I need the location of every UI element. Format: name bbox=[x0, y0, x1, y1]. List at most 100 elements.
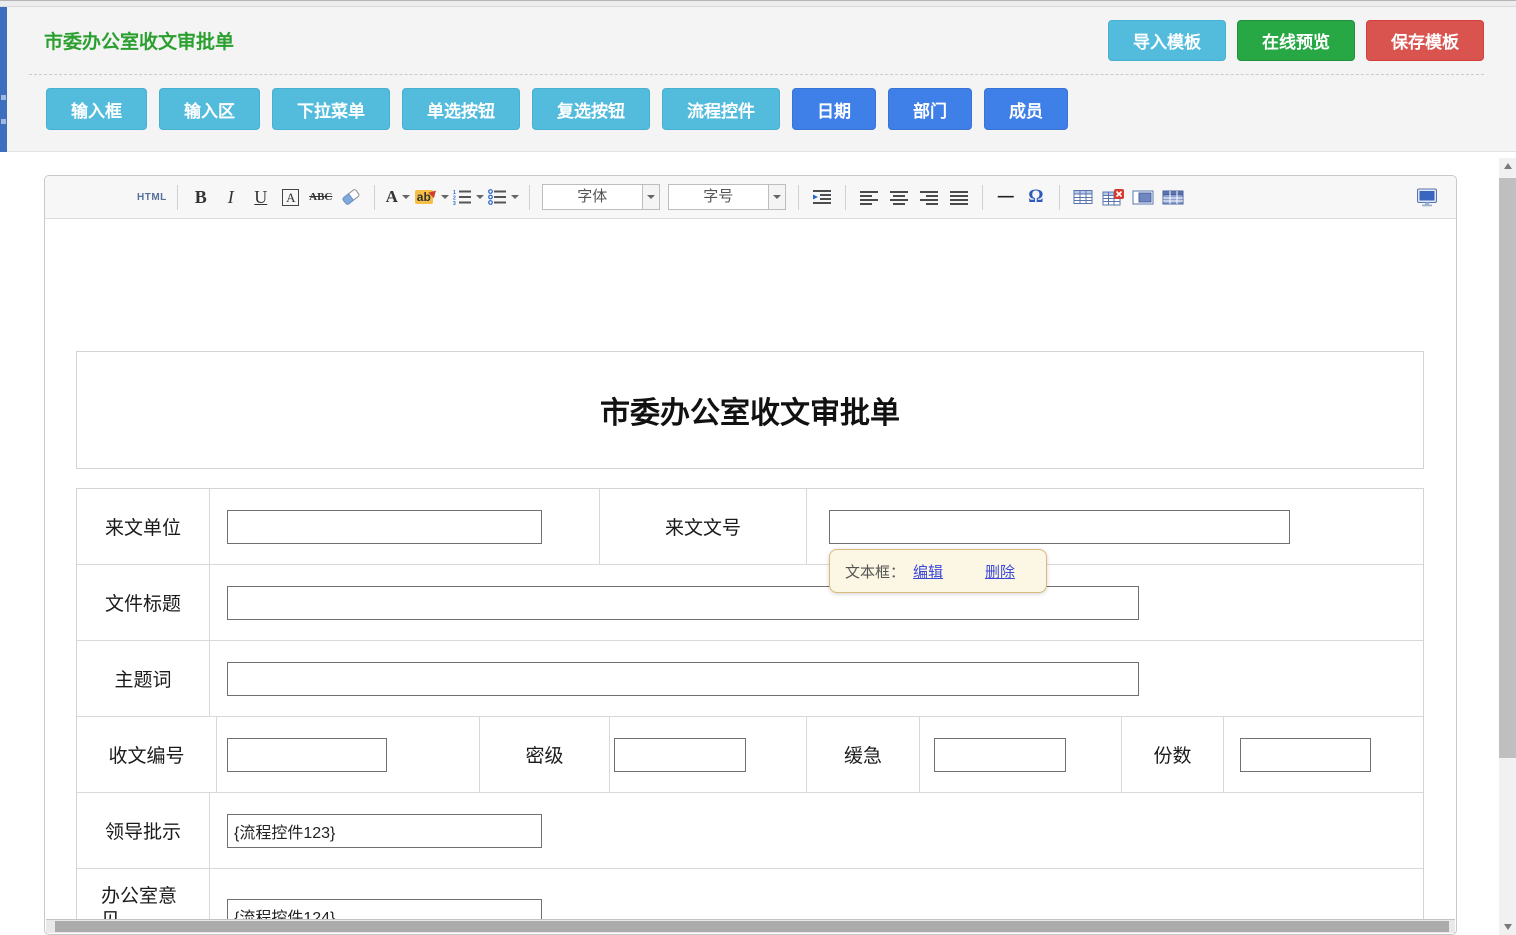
toolbar-separator bbox=[374, 185, 375, 210]
subject-words-input[interactable] bbox=[227, 662, 1139, 696]
add-input-box-button[interactable]: 输入框 bbox=[46, 88, 147, 130]
italic-icon[interactable]: I bbox=[218, 183, 244, 211]
triangle-up-icon bbox=[1504, 163, 1512, 169]
remove-format-eraser-icon[interactable] bbox=[338, 183, 364, 211]
align-center-icon[interactable] bbox=[886, 183, 912, 211]
cell-properties-icon[interactable] bbox=[1130, 183, 1156, 211]
font-size-select[interactable]: 字号 bbox=[668, 184, 786, 210]
vertical-scrollbar[interactable] bbox=[1499, 158, 1516, 935]
table-row-laiwen: 来文单位 来文文号 bbox=[77, 489, 1423, 565]
delete-table-icon[interactable] bbox=[1100, 183, 1126, 211]
html-source-icon[interactable]: HTML bbox=[137, 183, 167, 211]
strip-mark bbox=[1, 119, 6, 124]
insert-table-icon[interactable] bbox=[1070, 183, 1096, 211]
save-template-button[interactable]: 保存模板 bbox=[1366, 20, 1484, 61]
align-justify-icon[interactable] bbox=[946, 183, 972, 211]
font-family-select[interactable]: 字体 bbox=[542, 184, 660, 210]
font-family-dropdown-button[interactable] bbox=[642, 185, 659, 209]
toolbar-separator bbox=[529, 185, 530, 210]
editor-toolbar: HTML B I U A ABC A ab 1 2 3 bbox=[45, 176, 1456, 219]
strikethrough-icon[interactable]: ABC bbox=[308, 183, 334, 211]
horizontal-rule-icon[interactable]: — bbox=[993, 183, 1019, 211]
form-title: 市委办公室收文审批单 bbox=[600, 388, 900, 432]
add-department-button[interactable]: 部门 bbox=[888, 88, 972, 130]
control-buttons-row: 输入框 输入区 下拉菜单 单选按钮 复选按钮 流程控件 日期 部门 成员 bbox=[7, 88, 1516, 130]
tooltip-target-label: 文本框： bbox=[845, 561, 905, 582]
label-incoming-unit: 来文单位 bbox=[77, 489, 210, 564]
toolbar-separator bbox=[1059, 185, 1060, 210]
editor-canvas[interactable]: 市委办公室收文审批单 来文单位 来文文号 文件标题 主题词 bbox=[46, 219, 1455, 933]
caret-down-icon bbox=[402, 195, 410, 199]
triangle-down-icon bbox=[1504, 924, 1512, 930]
align-left-icon[interactable] bbox=[856, 183, 882, 211]
indent-icon[interactable] bbox=[809, 183, 835, 211]
highlight-color-icon[interactable]: ab bbox=[415, 183, 449, 211]
add-textarea-button[interactable]: 输入区 bbox=[159, 88, 260, 130]
label-secrecy-level: 密级 bbox=[480, 717, 610, 792]
caret-down-icon bbox=[441, 195, 449, 199]
toolbar-separator bbox=[177, 185, 178, 210]
header-title-row: 市委办公室收文审批单 导入模板 在线预览 保存模板 bbox=[29, 7, 1484, 75]
secrecy-level-input[interactable] bbox=[614, 738, 746, 772]
add-dropdown-button[interactable]: 下拉菜单 bbox=[272, 88, 390, 130]
strip-mark bbox=[1, 95, 6, 100]
label-subject-words: 主题词 bbox=[77, 641, 210, 716]
receipt-number-input[interactable] bbox=[227, 738, 387, 772]
underline-icon[interactable]: U bbox=[248, 183, 274, 211]
scroll-up-arrow[interactable] bbox=[1499, 158, 1516, 174]
horizontal-scrollbar-thumb[interactable] bbox=[55, 921, 1449, 932]
tooltip-edit-link[interactable]: 编辑 bbox=[913, 561, 943, 582]
label-incoming-doc-number: 来文文号 bbox=[600, 489, 807, 564]
font-size-dropdown-button[interactable] bbox=[768, 185, 785, 209]
header-panel: 市委办公室收文审批单 导入模板 在线预览 保存模板 输入框 输入区 下拉菜单 单… bbox=[7, 7, 1516, 152]
unordered-list-icon[interactable] bbox=[488, 183, 519, 211]
add-checkbox-button[interactable]: 复选按钮 bbox=[532, 88, 650, 130]
label-leader-comments: 领导批示 bbox=[77, 793, 210, 868]
ordered-list-icon[interactable]: 1 2 3 bbox=[453, 183, 484, 211]
add-flow-control-button[interactable]: 流程控件 bbox=[662, 88, 780, 130]
leader-comments-input[interactable]: {流程控件123} bbox=[227, 814, 542, 848]
label-copies: 份数 bbox=[1122, 717, 1224, 792]
left-blue-strip bbox=[0, 7, 7, 152]
template-action-buttons: 导入模板 在线预览 保存模板 bbox=[1108, 20, 1484, 61]
table-row-title: 文件标题 bbox=[77, 565, 1423, 641]
toolbar-separator bbox=[982, 185, 983, 210]
form-table: 来文单位 来文文号 文件标题 主题词 收文编号 密级 bbox=[76, 488, 1424, 933]
add-date-button[interactable]: 日期 bbox=[792, 88, 876, 130]
label-document-title: 文件标题 bbox=[77, 565, 210, 640]
caret-down-icon bbox=[511, 195, 519, 199]
incoming-unit-input[interactable] bbox=[227, 510, 542, 544]
fullscreen-monitor-icon[interactable] bbox=[1414, 183, 1440, 211]
label-urgency: 缓急 bbox=[807, 717, 920, 792]
import-template-button[interactable]: 导入模板 bbox=[1108, 20, 1226, 61]
table-properties-icon[interactable] bbox=[1160, 183, 1186, 211]
copies-input[interactable] bbox=[1240, 738, 1371, 772]
special-character-omega-icon[interactable]: Ω bbox=[1023, 183, 1049, 211]
toolbar-separator bbox=[845, 185, 846, 210]
bold-icon[interactable]: B bbox=[188, 183, 214, 211]
urgency-input[interactable] bbox=[934, 738, 1066, 772]
caret-down-icon bbox=[476, 195, 484, 199]
table-row-receipt-number: 收文编号 密级 缓急 份数 bbox=[77, 717, 1423, 793]
table-row-leader-comments: 领导批示 {流程控件123} bbox=[77, 793, 1423, 869]
add-radio-button[interactable]: 单选按钮 bbox=[402, 88, 520, 130]
align-right-icon[interactable] bbox=[916, 183, 942, 211]
scroll-down-arrow[interactable] bbox=[1499, 919, 1516, 935]
incoming-doc-number-input[interactable] bbox=[829, 510, 1290, 544]
svg-text:3: 3 bbox=[453, 201, 456, 205]
online-preview-button[interactable]: 在线预览 bbox=[1237, 20, 1355, 61]
label-receipt-number: 收文编号 bbox=[77, 717, 217, 792]
caret-down-icon bbox=[647, 195, 655, 199]
caret-down-icon bbox=[773, 195, 781, 199]
toolbar-separator bbox=[798, 185, 799, 210]
add-member-button[interactable]: 成员 bbox=[984, 88, 1068, 130]
tooltip-delete-link[interactable]: 删除 bbox=[985, 561, 1015, 582]
char-border-icon[interactable]: A bbox=[278, 183, 304, 211]
form-title-box: 市委办公室收文审批单 bbox=[76, 351, 1424, 469]
rich-text-editor: HTML B I U A ABC A ab 1 2 3 bbox=[44, 175, 1457, 935]
horizontal-scrollbar[interactable] bbox=[46, 919, 1455, 933]
table-row-subject: 主题词 bbox=[77, 641, 1423, 717]
window-top-edge bbox=[0, 0, 1516, 7]
font-color-icon[interactable]: A bbox=[385, 183, 411, 211]
vertical-scrollbar-thumb[interactable] bbox=[1499, 178, 1516, 758]
